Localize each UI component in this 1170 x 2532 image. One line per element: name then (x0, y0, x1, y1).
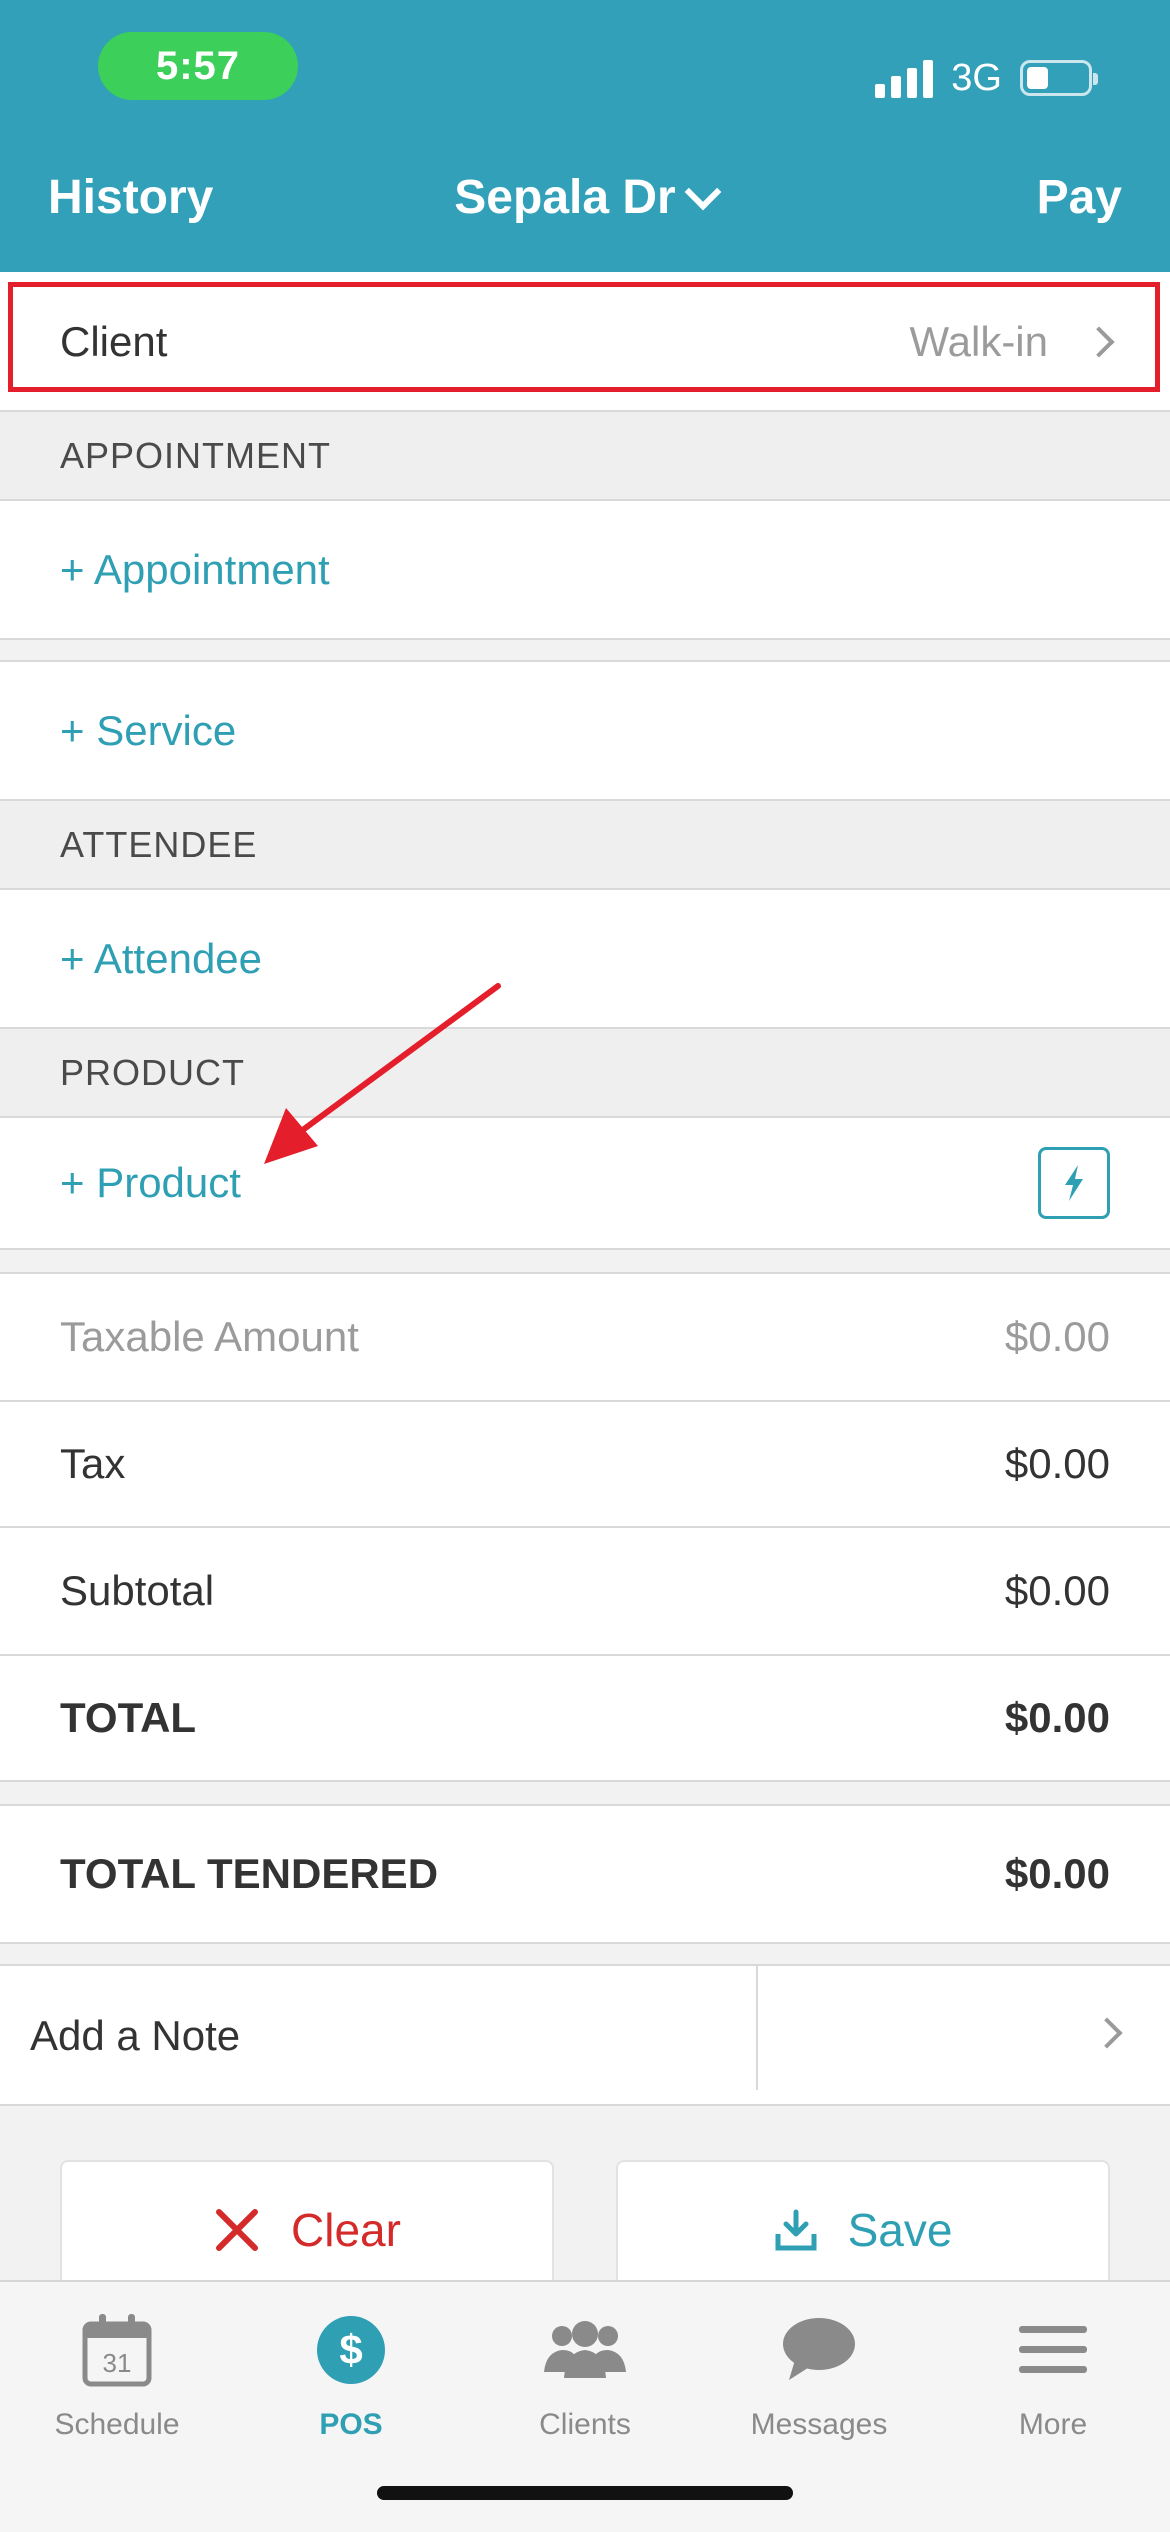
location-selector[interactable]: Sepala Dr (0, 170, 1170, 225)
total-tendered-label: TOTAL TENDERED (60, 1850, 439, 1897)
tax-value: $0.00 (1004, 1440, 1110, 1487)
save-label: Save (847, 2204, 953, 2256)
tab-pos-label: POS (319, 2408, 383, 2441)
messages-icon (783, 2318, 855, 2380)
total-label: TOTAL (60, 1694, 197, 1741)
appointment-header: APPOINTMENT (0, 412, 1170, 500)
tab-more[interactable]: More (936, 2302, 1170, 2462)
status-indicators: 3G (875, 48, 1098, 108)
clients-icon (544, 2321, 626, 2378)
quick-add-button[interactable] (1038, 1147, 1110, 1219)
chevron-down-icon (684, 173, 722, 210)
total-tendered-row: TOTAL TENDERED $0.00 (0, 1806, 1170, 1942)
client-value: Walk-in (909, 318, 1048, 365)
close-icon (216, 2209, 259, 2251)
tab-clients-label: Clients (539, 2408, 631, 2441)
taxable-amount-row: Taxable Amount $0.00 (0, 1274, 1170, 1400)
status-time-text: 5:57 (155, 43, 241, 88)
location-label: Sepala Dr (454, 171, 676, 224)
svg-text:$: $ (339, 2326, 362, 2373)
tab-messages-label: Messages (750, 2408, 888, 2441)
battery-fill (1027, 67, 1048, 89)
signal-icon (875, 58, 934, 98)
divider (0, 1942, 1170, 1944)
subtotal-row: Subtotal $0.00 (0, 1528, 1170, 1654)
tab-schedule-label: Schedule (54, 2408, 180, 2441)
total-value: $0.00 (1004, 1694, 1110, 1741)
add-appointment-row[interactable]: + Appointment (0, 501, 1170, 638)
divider (0, 1780, 1170, 1782)
tab-schedule[interactable]: 31 Schedule (0, 2302, 234, 2462)
add-product-row[interactable]: + Product (0, 1118, 1170, 1248)
clear-button[interactable]: Clear (60, 2160, 554, 2300)
taxable-label: Taxable Amount (60, 1313, 359, 1360)
tab-clients[interactable]: Clients (468, 2302, 702, 2462)
calendar-day: 31 (103, 2348, 132, 2378)
clear-label: Clear (291, 2204, 401, 2256)
total-tendered-value: $0.00 (1004, 1850, 1110, 1897)
add-note-label: Add a Note (30, 2012, 241, 2059)
add-service-link[interactable]: + Service (60, 707, 236, 755)
chevron-right-icon (1091, 2017, 1123, 2049)
attendee-header: ATTENDEE (0, 801, 1170, 889)
network-label: 3G (951, 56, 1002, 99)
tax-label: Tax (60, 1440, 126, 1487)
pay-button[interactable]: Pay (1037, 170, 1122, 225)
dollar-icon: $ (317, 2316, 385, 2384)
divider (0, 2104, 1170, 2106)
battery-icon (1020, 60, 1098, 96)
client-label: Client (60, 318, 168, 365)
subtotal-label: Subtotal (60, 1567, 215, 1614)
product-header: PRODUCT (0, 1029, 1170, 1117)
top-header: 5:57 3G History Sepala Dr Pay (0, 0, 1170, 272)
add-service-row[interactable]: + Service (0, 662, 1170, 799)
divider (0, 1248, 1170, 1250)
home-indicator (377, 2486, 793, 2500)
divider (0, 638, 1170, 640)
taxable-value: $0.00 (1004, 1313, 1110, 1360)
add-attendee-row[interactable]: + Attendee (0, 890, 1170, 1027)
add-product-link[interactable]: + Product (60, 1159, 241, 1207)
add-note-row[interactable]: Add a Note (0, 1966, 1170, 2106)
add-appointment-link[interactable]: + Appointment (60, 546, 330, 594)
calendar-icon: 31 (82, 2314, 152, 2387)
chevron-right-icon (1083, 326, 1115, 358)
tab-pos[interactable]: $ POS (234, 2302, 468, 2462)
menu-icon (1019, 2326, 1087, 2373)
tax-row: Tax $0.00 (0, 1402, 1170, 1526)
save-button[interactable]: Save (616, 2160, 1110, 2300)
download-icon (775, 2209, 817, 2251)
status-time: 5:57 (98, 32, 298, 100)
tab-messages[interactable]: Messages (702, 2302, 936, 2462)
add-attendee-link[interactable]: + Attendee (60, 935, 262, 983)
client-row[interactable]: Client Walk-in (0, 272, 1170, 412)
total-row: TOTAL $0.00 (0, 1656, 1170, 1780)
subtotal-value: $0.00 (1004, 1567, 1110, 1614)
tab-more-label: More (1018, 2408, 1088, 2441)
note-divider (756, 1966, 758, 2090)
lightning-icon (1065, 1165, 1083, 1201)
